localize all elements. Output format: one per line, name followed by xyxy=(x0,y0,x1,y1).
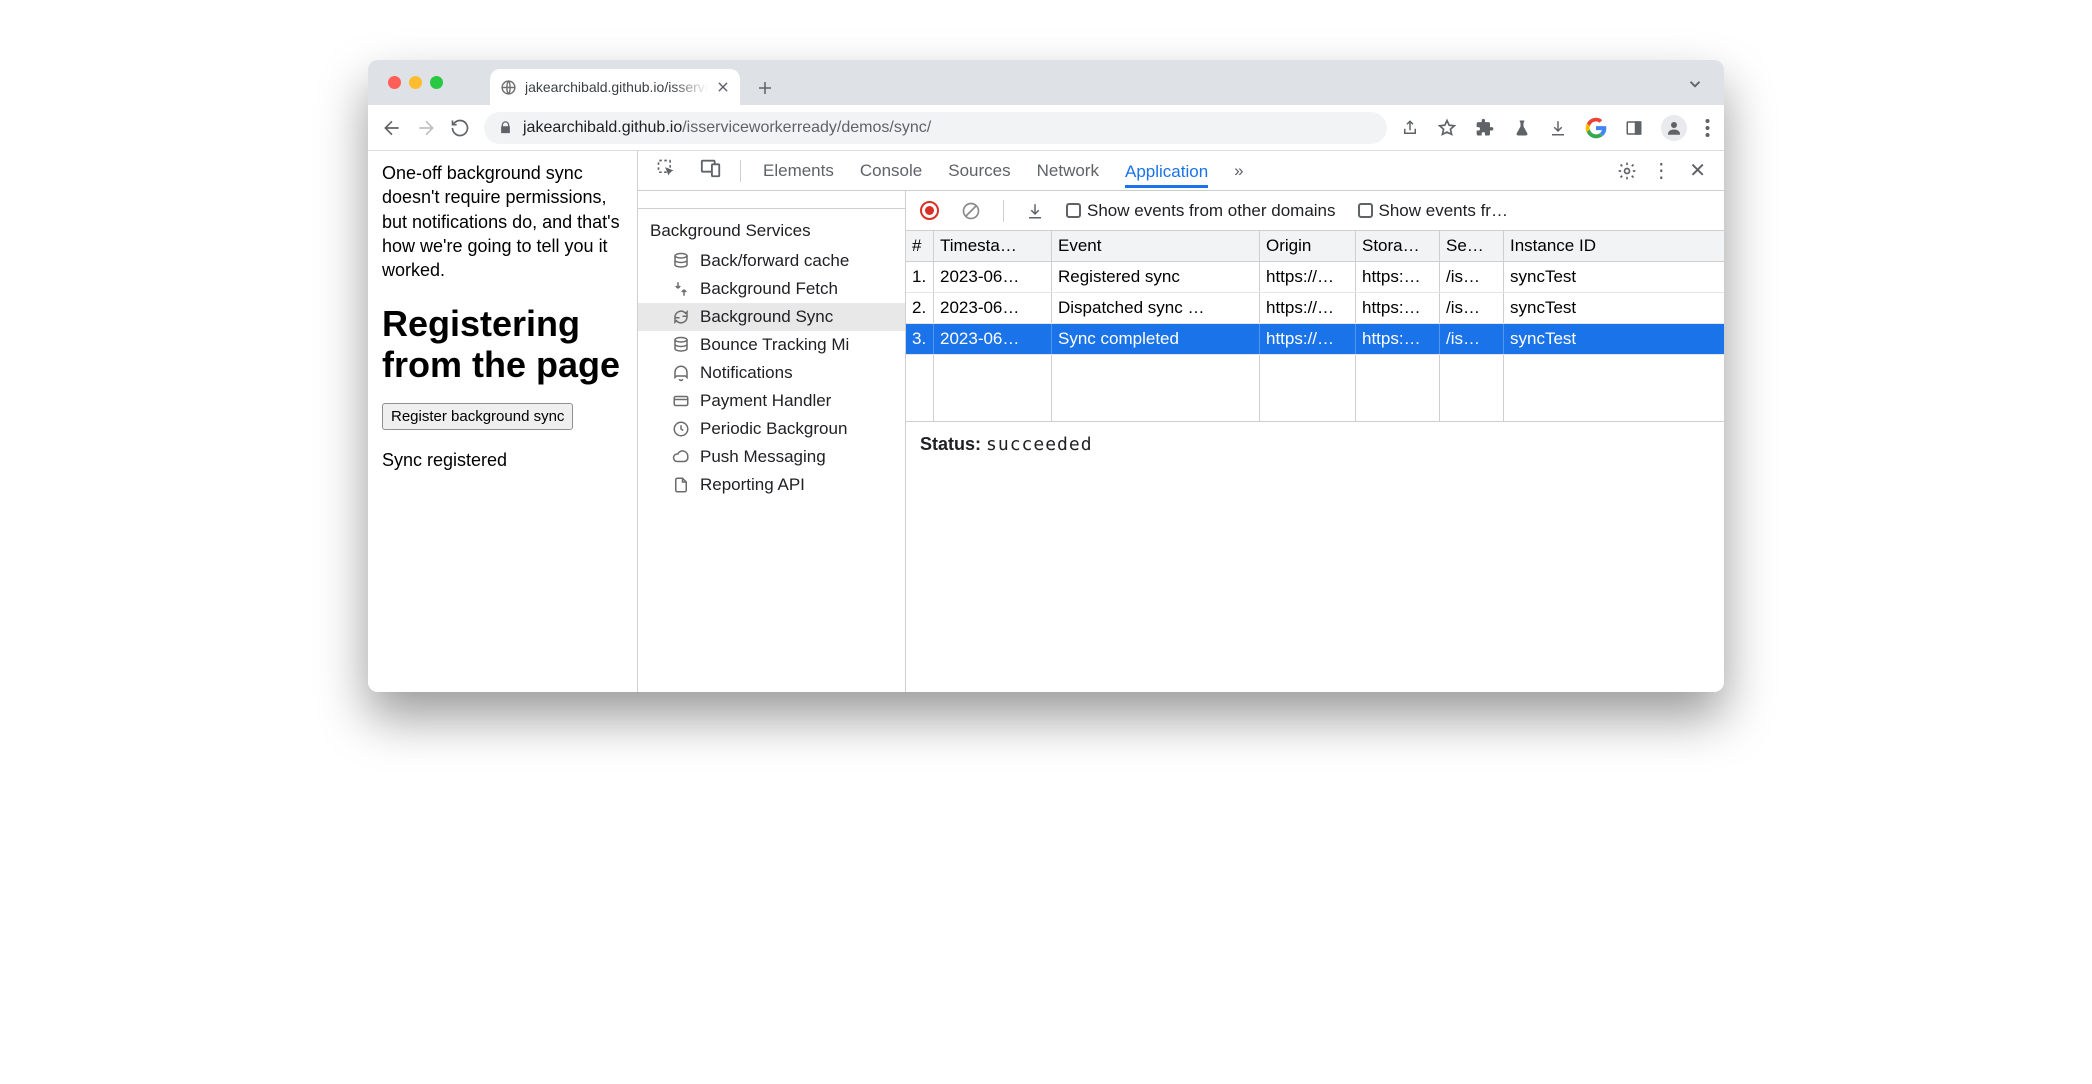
sidebar-item-bgfetch[interactable]: Background Fetch xyxy=(638,275,905,303)
lock-icon xyxy=(498,120,513,135)
browser-window: jakearchibald.github.io/isservic jakearc… xyxy=(368,60,1724,692)
page-content: One-off background sync doesn't require … xyxy=(368,151,637,692)
devtools-tab-sources[interactable]: Sources xyxy=(948,161,1010,181)
content-area: One-off background sync doesn't require … xyxy=(368,151,1724,692)
minimize-window-button[interactable] xyxy=(409,76,422,89)
sidebar-item-label: Notifications xyxy=(700,363,793,383)
sidebar-item-bounce[interactable]: Bounce Tracking Mi xyxy=(638,331,905,359)
record-button[interactable] xyxy=(920,201,939,220)
google-logo-icon[interactable] xyxy=(1585,117,1607,139)
sidebar-item-label: Background Sync xyxy=(700,307,833,327)
forward-button[interactable] xyxy=(416,117,436,139)
inspect-icon[interactable] xyxy=(656,158,674,183)
sidebar-item-bgsync[interactable]: Background Sync xyxy=(638,303,905,331)
devtools-tab-network[interactable]: Network xyxy=(1037,161,1099,181)
kebab-menu-icon[interactable] xyxy=(1705,119,1710,137)
extensions-icon[interactable] xyxy=(1475,118,1495,138)
page-status: Sync registered xyxy=(382,448,623,472)
col-storage[interactable]: Stora… xyxy=(1356,231,1440,261)
sidebar-item-periodic[interactable]: Periodic Backgroun xyxy=(638,415,905,443)
url-field[interactable]: jakearchibald.github.io/isserviceworkerr… xyxy=(484,112,1387,144)
tabs-dropdown-icon[interactable] xyxy=(1686,75,1704,93)
col-origin[interactable]: Origin xyxy=(1260,231,1356,261)
application-sidebar: Background Services Back/forward cache B… xyxy=(638,191,906,692)
sidebar-item-payment[interactable]: Payment Handler xyxy=(638,387,905,415)
table-row[interactable]: 3. 2023-06… Sync completed https://… htt… xyxy=(906,324,1724,355)
devtools-tab-elements[interactable]: Elements xyxy=(763,161,834,181)
device-toggle-icon[interactable] xyxy=(700,157,718,184)
devtools-tabs: Elements Console Sources Network Applica… xyxy=(638,151,1724,191)
close-window-button[interactable] xyxy=(388,76,401,89)
labs-icon[interactable] xyxy=(1513,119,1531,137)
sidebar-item-reporting[interactable]: Reporting API xyxy=(638,471,905,499)
globe-icon xyxy=(500,79,517,96)
window-controls xyxy=(388,76,443,89)
reload-button[interactable] xyxy=(450,118,470,138)
url-text: jakearchibald.github.io/isserviceworkerr… xyxy=(523,119,931,137)
close-tab-icon[interactable] xyxy=(716,80,730,94)
sidebar-item-push[interactable]: Push Messaging xyxy=(638,443,905,471)
sidebar-item-label: Background Fetch xyxy=(700,279,838,299)
sidebar-item-label: Back/forward cache xyxy=(700,251,849,271)
bookmark-star-icon[interactable] xyxy=(1437,118,1457,138)
browser-tab[interactable]: jakearchibald.github.io/isservic xyxy=(490,69,740,105)
share-icon[interactable] xyxy=(1401,119,1419,137)
devtools-menu-icon[interactable]: ⋮ xyxy=(1651,158,1671,183)
table-row[interactable]: 1. 2023-06… Registered sync https://… ht… xyxy=(906,262,1724,293)
sidebar-item-label: Periodic Backgroun xyxy=(700,419,847,439)
devtools-body: Background Services Back/forward cache B… xyxy=(638,191,1724,692)
address-bar: jakearchibald.github.io/isserviceworkerr… xyxy=(368,105,1724,151)
page-heading: Registering from the page xyxy=(382,304,623,385)
col-ts[interactable]: Timesta… xyxy=(934,231,1052,261)
sidebar-item-notifications[interactable]: Notifications xyxy=(638,359,905,387)
back-button[interactable] xyxy=(382,117,402,139)
bgsync-toolbar: Show events from other domains Show even… xyxy=(906,191,1724,231)
detail-value: succeeded xyxy=(986,434,1093,455)
sidebar-item-bfcache[interactable]: Back/forward cache xyxy=(638,247,905,275)
table-blank xyxy=(906,355,1724,421)
bgsync-panel: Show events from other domains Show even… xyxy=(906,191,1724,692)
profile-avatar[interactable] xyxy=(1661,115,1687,141)
devtools-tab-application[interactable]: Application xyxy=(1125,162,1208,188)
tab-title: jakearchibald.github.io/isservic xyxy=(525,79,708,95)
table-row[interactable]: 2. 2023-06… Dispatched sync … https://… … xyxy=(906,293,1724,324)
col-event[interactable]: Event xyxy=(1052,231,1260,261)
devtools-panel: Elements Console Sources Network Applica… xyxy=(637,151,1724,692)
devtools-settings-icon[interactable] xyxy=(1617,161,1637,181)
cb-other-2[interactable]: Show events fr… xyxy=(1358,201,1508,221)
maximize-window-button[interactable] xyxy=(430,76,443,89)
sidebar-item-label: Reporting API xyxy=(700,475,805,495)
page-intro: One-off background sync doesn't require … xyxy=(382,161,623,282)
tab-strip: jakearchibald.github.io/isservic xyxy=(368,60,1724,105)
downloads-icon[interactable] xyxy=(1549,119,1567,137)
register-sync-button[interactable]: Register background sync xyxy=(382,403,573,430)
events-table-header: # Timesta… Event Origin Stora… Se… Insta… xyxy=(906,231,1724,262)
detail-label: Status: xyxy=(920,434,981,454)
devtools-close-icon[interactable]: ✕ xyxy=(1689,158,1706,183)
sidebar-item-label: Push Messaging xyxy=(700,447,826,467)
cb-other-domains[interactable]: Show events from other domains xyxy=(1066,201,1336,221)
new-tab-button[interactable] xyxy=(756,79,774,97)
sidebar-item-label: Payment Handler xyxy=(700,391,831,411)
event-detail: Status: succeeded xyxy=(906,421,1724,467)
col-scope[interactable]: Se… xyxy=(1440,231,1504,261)
sidepanel-icon[interactable] xyxy=(1625,119,1643,137)
clear-icon[interactable] xyxy=(961,201,981,221)
sidebar-section-title: Background Services xyxy=(638,215,905,247)
col-num[interactable]: # xyxy=(906,231,934,261)
save-events-icon[interactable] xyxy=(1026,202,1044,220)
sidebar-item-label: Bounce Tracking Mi xyxy=(700,335,849,355)
devtools-tab-console[interactable]: Console xyxy=(860,161,922,181)
toolbar-right xyxy=(1401,115,1710,141)
devtools-tab-more[interactable]: » xyxy=(1234,161,1243,181)
col-instance[interactable]: Instance ID xyxy=(1504,231,1656,261)
